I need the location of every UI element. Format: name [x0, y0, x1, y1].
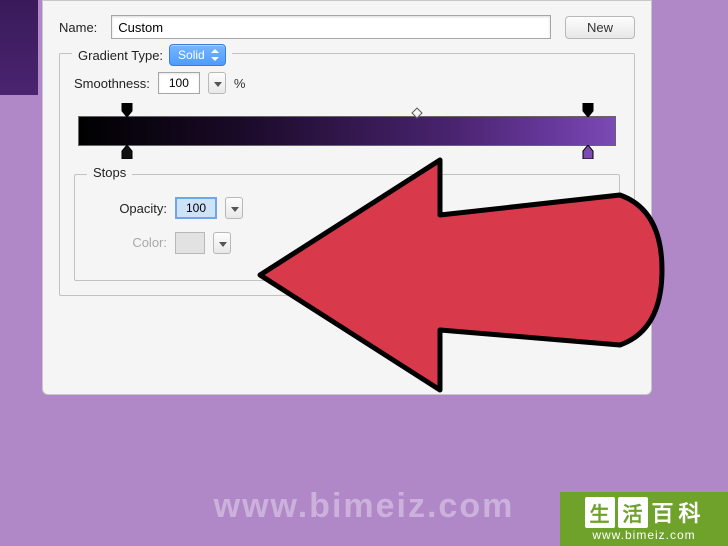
- name-row: Name: New: [59, 15, 635, 39]
- opacity-row: Opacity:: [89, 197, 605, 219]
- new-button[interactable]: New: [565, 16, 635, 39]
- delete-button: Delete: [535, 231, 605, 254]
- gradient-preview-bar[interactable]: [78, 116, 616, 146]
- opacity-stepper[interactable]: [225, 197, 243, 219]
- smoothness-input[interactable]: [158, 72, 200, 94]
- smoothness-row: Smoothness: %: [74, 72, 620, 94]
- gradient-type-label: Gradient Type:: [78, 48, 163, 63]
- smoothness-label: Smoothness:: [74, 76, 150, 91]
- gradient-type-label-wrap: Gradient Type: Solid: [72, 44, 232, 66]
- name-label: Name:: [59, 20, 97, 35]
- opacity-stop-right[interactable]: [582, 103, 594, 117]
- color-stop-right[interactable]: [582, 145, 594, 159]
- stops-legend: Stops: [87, 165, 132, 180]
- gradient-type-dropdown[interactable]: Solid: [169, 44, 226, 66]
- badge-url: www.bimeiz.com: [592, 528, 695, 542]
- badge-title: 生 活 百 科: [585, 496, 702, 528]
- smoothness-stepper[interactable]: [208, 72, 226, 94]
- smoothness-unit: %: [234, 76, 246, 91]
- location-label: Locati: [289, 235, 367, 250]
- color-stop-left[interactable]: [121, 145, 133, 159]
- name-input[interactable]: [111, 15, 551, 39]
- canvas-sidebar-strip: [0, 0, 38, 95]
- stops-fieldset: Stops Opacity: Color: Locati Delete: [74, 174, 620, 281]
- color-label: Color:: [89, 235, 167, 250]
- opacity-stop-left[interactable]: [121, 103, 133, 117]
- color-row: Color: Locati Delete: [89, 231, 605, 254]
- gradient-type-selected: Solid: [178, 48, 205, 62]
- gradient-type-fieldset: Gradient Type: Solid Smoothness: %: [59, 53, 635, 296]
- opacity-input[interactable]: [175, 197, 217, 219]
- color-swatch[interactable]: [175, 232, 205, 254]
- color-stepper[interactable]: [213, 232, 231, 254]
- gradient-editor-dialog: Name: New Gradient Type: Solid Smoothnes…: [42, 0, 652, 395]
- site-badge: 生 活 百 科 www.bimeiz.com: [560, 492, 728, 546]
- midpoint-marker[interactable]: [411, 107, 422, 118]
- opacity-label: Opacity:: [89, 201, 167, 216]
